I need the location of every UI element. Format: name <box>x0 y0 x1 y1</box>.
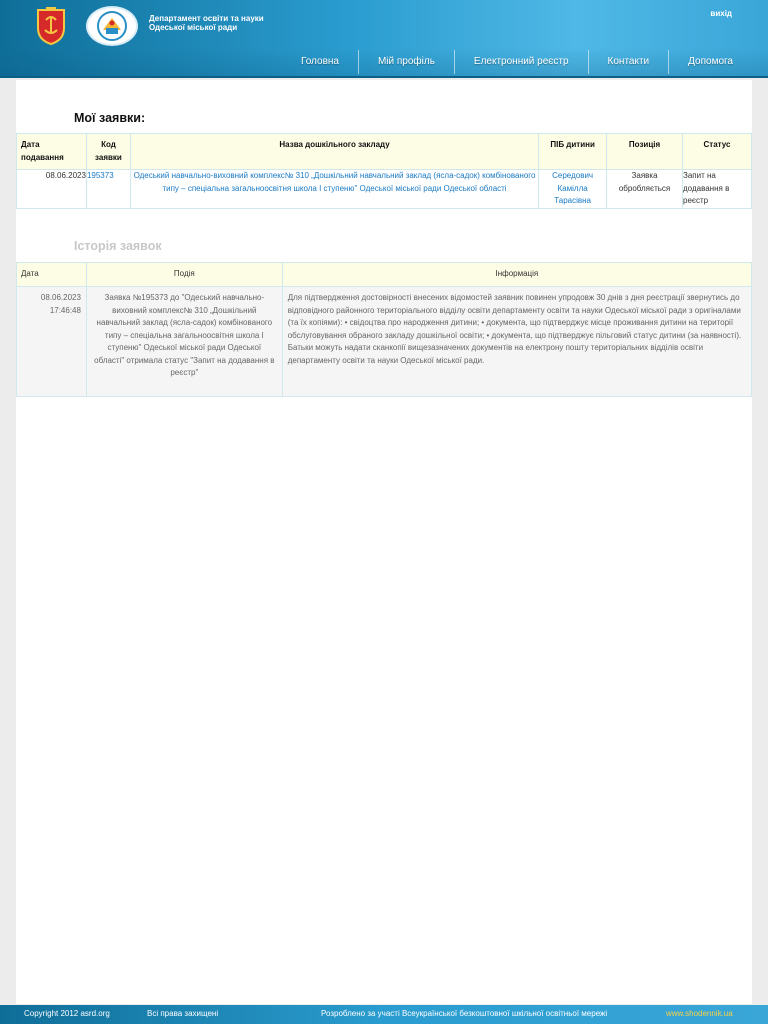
department-logo-icon <box>86 6 138 46</box>
col-history-date: Дата <box>16 262 87 287</box>
requests-table: Дата подавання Код заявки Назва дошкільн… <box>16 133 752 209</box>
col-position: Позиція <box>606 133 684 170</box>
table-row: 08.06.2023 195373 Одеський навчально-вих… <box>16 169 752 209</box>
institution-link[interactable]: Одеський навчально-виховний комплекс№ 31… <box>129 169 540 209</box>
page-title: Мої заявки: <box>74 111 146 125</box>
site-footer: Copyright 2012 asrd.org Всі права захище… <box>0 1005 768 1024</box>
nav-item-home[interactable]: Головна <box>282 50 358 74</box>
logout-link[interactable]: вихід <box>710 9 732 18</box>
site-header: Департамент освіти та науки Одеської міс… <box>0 0 768 78</box>
footer-copyright: Copyright 2012 asrd.org <box>24 1009 110 1018</box>
table-row: 08.06.2023 17:46:48 Заявка №195373 до "О… <box>16 286 753 397</box>
child-name-link[interactable]: Середович Камілла Тарасівна <box>538 169 608 209</box>
odesa-coat-of-arms-icon <box>34 6 68 46</box>
request-date: 08.06.2023 <box>16 169 87 209</box>
col-history-info: Інформація <box>281 262 753 287</box>
col-date: Дата подавання <box>16 133 87 170</box>
nav-item-contacts[interactable]: Контакти <box>587 50 669 74</box>
main-panel: Мої заявки: Дата подавання Код заявки На… <box>16 80 753 1004</box>
request-position: Заявка обробляється <box>606 169 684 209</box>
col-history-event: Подія <box>85 262 283 287</box>
history-info: Для підтвердження достовірності внесених… <box>281 286 753 397</box>
col-institution: Назва дошкільного закладу <box>129 133 540 170</box>
nav-item-registry[interactable]: Електронний реєстр <box>453 50 588 74</box>
col-status: Статус <box>682 133 752 170</box>
col-child: ПІБ дитини <box>538 133 608 170</box>
history-title: Історія заявок <box>74 239 162 253</box>
history-header-row: Дата Подія Інформація <box>16 262 753 287</box>
footer-site-link[interactable]: www.shodennik.ua <box>666 1009 733 1018</box>
nav-item-help[interactable]: Допомога <box>668 50 752 74</box>
requests-header-row: Дата подавання Код заявки Назва дошкільн… <box>16 133 752 170</box>
footer-rights: Всі права захищені <box>147 1009 219 1018</box>
request-code-link[interactable]: 195373 <box>85 169 131 209</box>
col-code: Код заявки <box>85 133 131 170</box>
nav-item-profile[interactable]: Мій профіль <box>357 50 454 74</box>
history-table: Дата Подія Інформація 08.06.2023 17:46:4… <box>16 262 753 397</box>
history-date: 08.06.2023 17:46:48 <box>16 286 87 397</box>
footer-developed: Розроблено за участі Всеукраїнської безк… <box>321 1009 608 1018</box>
department-name: Департамент освіти та науки Одеської міс… <box>149 14 264 32</box>
history-event: Заявка №195373 до "Одеський навчально-ви… <box>85 286 283 397</box>
request-status: Запит на додавання в реєстр <box>682 169 752 209</box>
main-nav: Головна Мій профіль Електронний реєстр К… <box>282 50 752 74</box>
